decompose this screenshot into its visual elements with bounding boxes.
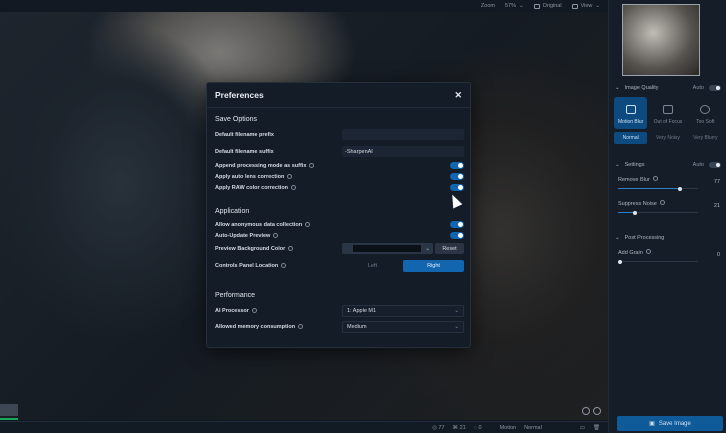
info-icon[interactable]	[298, 324, 304, 329]
chevron-down-icon: ⌄	[454, 307, 459, 314]
chevron-down-icon[interactable]: ⌄	[615, 235, 620, 241]
suffix-input[interactable]: -SharpenAI	[342, 146, 464, 157]
location-left[interactable]: Left	[342, 260, 403, 272]
image-icon	[533, 3, 540, 9]
view-icon	[571, 3, 578, 9]
auto-label: Auto	[692, 85, 704, 91]
lens-label: Apply auto lens correction	[215, 173, 285, 180]
image-quality-section: ⌄ Image Quality Auto Motion Blur Out of Fo…	[609, 83, 726, 144]
auto-label: Auto	[692, 162, 704, 168]
dialog-title: Preferences	[215, 90, 264, 100]
preferences-dialog: Preferences ✕ Save Options Default filena…	[206, 82, 471, 348]
section-title: Post Processing	[624, 235, 665, 241]
controls-panel: ⌄ Image Quality Auto Motion Blur Out of Fo…	[608, 0, 726, 433]
prefix-label: Default filename prefix	[215, 131, 274, 138]
prefix-input[interactable]	[342, 129, 464, 140]
add-grain-slider[interactable]: Add Grain 0	[609, 249, 726, 267]
save-image-button[interactable]: ▣ Save Image	[617, 416, 723, 431]
processor-select[interactable]: 1: Apple M1 ⌄	[342, 304, 464, 317]
processor-label: AI Processor	[215, 307, 249, 314]
auto-toggle[interactable]	[709, 162, 721, 168]
chevron-down-icon[interactable]: ⌄	[615, 85, 620, 91]
mode-too-soft[interactable]: Too Soft	[689, 97, 722, 129]
original-button[interactable]: Original	[533, 3, 562, 9]
top-toolbar: Zoom 57% ⌄ Original View ⌄	[0, 0, 608, 12]
navigator-thumbnail[interactable]	[622, 4, 700, 76]
feedback-icon[interactable]	[593, 407, 601, 415]
append-label: Append processing mode as suffix	[215, 162, 307, 169]
remove-blur-slider[interactable]: Remove Blur 77	[609, 176, 726, 194]
status-bar: ◎ 77 ⌘ 21 ◌ 0 Motion Normal ▭ 🗑	[0, 421, 608, 433]
info-icon[interactable]	[273, 233, 279, 238]
close-icon[interactable]: ✕	[454, 90, 462, 101]
memory-label: Allowed memory consumption	[215, 323, 296, 330]
drop-icon	[700, 105, 711, 114]
chevron-down-icon[interactable]: ⌄	[615, 162, 620, 168]
application-heading: Application	[215, 208, 250, 215]
chevron-down-icon: ⌄	[454, 323, 459, 330]
status-noise-mode: Normal	[524, 424, 542, 431]
view-button[interactable]: View ⌄	[571, 3, 600, 9]
suppress-noise-slider[interactable]: Suppress Noise 21	[609, 200, 726, 218]
save-options-heading: Save Options	[215, 116, 258, 123]
noise-normal[interactable]: Normal	[614, 132, 648, 144]
location-label: Controls Panel Location	[215, 262, 279, 269]
mode-out-of-focus[interactable]: Out of Focus	[651, 97, 684, 129]
status-noise: 21	[459, 424, 466, 431]
append-toggle[interactable]	[450, 162, 464, 169]
mode-motion-blur[interactable]: Motion Blur	[614, 97, 648, 129]
reset-button[interactable]: Reset	[435, 243, 464, 254]
autoupdate-label: Auto-Update Preview	[215, 232, 271, 239]
status-blur: 77	[438, 424, 445, 431]
section-title: Image Quality	[624, 85, 659, 91]
status-grain: 0	[478, 424, 482, 431]
anon-label: Allow anonymous data collection	[215, 221, 303, 228]
info-icon[interactable]	[305, 222, 311, 227]
raw-label: Apply RAW color correction	[215, 184, 289, 191]
location-right[interactable]: Right	[403, 259, 464, 272]
motion-blur-icon	[625, 105, 636, 114]
info-icon[interactable]	[291, 185, 297, 190]
status-mode: Motion	[499, 424, 517, 431]
info-icon[interactable]	[288, 246, 294, 251]
noise-very-blurry[interactable]: Very Blurry	[689, 132, 722, 144]
bg-color-label: Preview Background Color	[215, 245, 286, 252]
info-icon[interactable]	[309, 163, 315, 168]
autoupdate-toggle[interactable]	[450, 232, 464, 239]
info-icon[interactable]	[287, 174, 293, 179]
info-icon[interactable]	[281, 263, 287, 268]
save-icon: ▣	[649, 421, 655, 427]
color-swatch	[353, 245, 421, 252]
info-icon[interactable]	[251, 308, 257, 313]
location-segmented-control: Left Right	[342, 259, 464, 272]
auto-toggle[interactable]	[709, 85, 721, 91]
trash-icon[interactable]: 🗑	[593, 425, 600, 431]
memory-select[interactable]: Medium ⌄	[342, 320, 464, 333]
suffix-label: Default filename suffix	[215, 148, 274, 155]
zoom-label: Zoom	[480, 3, 495, 9]
anon-toggle[interactable]	[450, 221, 464, 228]
post-processing-section: ⌄ Post Processing Add Grain 0	[609, 233, 726, 267]
performance-heading: Performance	[215, 292, 256, 299]
original-tag	[0, 404, 18, 416]
raw-toggle[interactable]	[450, 184, 464, 191]
compare-icon[interactable]: ▭	[580, 425, 585, 431]
settings-section: ⌄ Settings Auto Remove Blur 77 Suppress Noi…	[609, 160, 726, 218]
bg-color-picker[interactable]: ⌄	[342, 243, 433, 254]
chevron-down-icon: ⌄	[425, 245, 430, 252]
section-title: Settings	[624, 162, 645, 168]
zoom-dropdown[interactable]: 57% ⌄	[505, 3, 524, 9]
focus-icon	[662, 105, 673, 114]
progress-indicator	[0, 418, 18, 420]
lens-toggle[interactable]	[450, 173, 464, 180]
noise-very-noisy[interactable]: Very Noisy	[651, 132, 684, 144]
help-icon[interactable]	[582, 407, 590, 415]
